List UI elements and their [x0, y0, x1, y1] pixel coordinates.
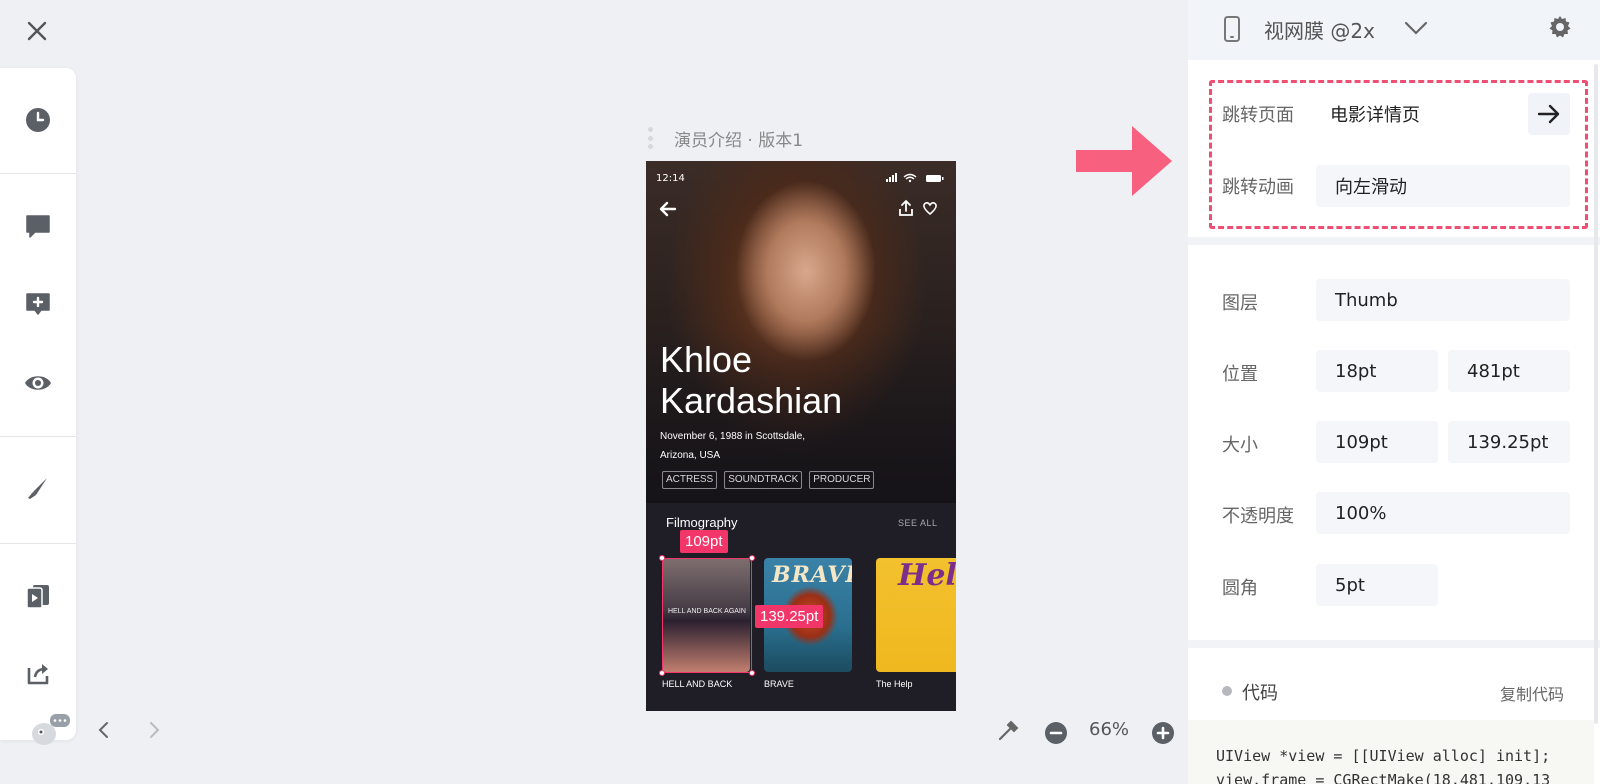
- copy-code-button[interactable]: 复制代码: [1500, 681, 1564, 705]
- inspector-header: [1188, 0, 1600, 60]
- tag-producer[interactable]: PRODUCER: [809, 471, 875, 489]
- link-target-label: 跳转页面: [1222, 105, 1294, 126]
- selected-layer-outline[interactable]: [659, 555, 755, 676]
- close-button[interactable]: [22, 16, 52, 46]
- position-label: 位置: [1222, 364, 1258, 385]
- eye-icon: [25, 376, 51, 390]
- tag-actress[interactable]: ACTRESS: [662, 471, 718, 489]
- chevron-right-icon: [150, 722, 160, 738]
- size-width-field[interactable]: 109pt: [1316, 421, 1438, 463]
- arrow-right-icon: [1537, 104, 1560, 124]
- pointer-arrow-icon: [1076, 126, 1172, 196]
- corner-radius-label: 圆角: [1222, 578, 1258, 599]
- minus-circle-icon: [1045, 722, 1067, 744]
- link-target-value: 电影详情页: [1330, 105, 1420, 126]
- clock-icon: [26, 108, 50, 132]
- history-button[interactable]: [18, 100, 58, 140]
- zoom-level: 66%: [1089, 719, 1130, 740]
- comments-button[interactable]: [18, 206, 58, 246]
- prev-page-button[interactable]: [92, 718, 116, 742]
- artboard-title: 演员介绍 · 版本1: [674, 131, 804, 151]
- add-comment-button[interactable]: [18, 284, 58, 324]
- actor-name: Khloe Kardashian: [660, 339, 843, 421]
- layer-name-field[interactable]: Thumb: [1316, 279, 1570, 321]
- prototype-button[interactable]: [18, 576, 58, 616]
- go-to-link-button[interactable]: [1528, 93, 1570, 135]
- size-label: 大小: [1222, 435, 1258, 456]
- close-icon: [27, 21, 47, 41]
- device-selector[interactable]: 视网膜 @2x: [1264, 15, 1375, 44]
- comment-plus-icon: [26, 293, 50, 315]
- status-icons: [886, 173, 944, 183]
- knife-icon: [28, 478, 47, 499]
- assistant-mascot-icon[interactable]: [28, 712, 72, 746]
- gear-icon[interactable]: [1548, 15, 1572, 39]
- position-x-field[interactable]: 18pt: [1316, 350, 1438, 392]
- upload-icon[interactable]: [898, 199, 914, 217]
- eyedropper-icon: [998, 720, 1019, 741]
- zoom-out-button[interactable]: [1043, 720, 1069, 746]
- cards-play-icon: [26, 585, 49, 609]
- next-page-button[interactable]: [142, 718, 166, 742]
- zoom-in-button[interactable]: [1150, 720, 1176, 746]
- code-section-title: 代码: [1242, 683, 1278, 704]
- film-poster-the-help[interactable]: Help: [876, 558, 956, 672]
- height-measurement: 139.25pt: [755, 605, 824, 628]
- position-y-field[interactable]: 481pt: [1448, 350, 1570, 392]
- heart-icon[interactable]: [922, 200, 938, 216]
- opacity-field[interactable]: 100%: [1316, 492, 1570, 534]
- chevron-down-icon[interactable]: [1404, 21, 1428, 35]
- see-all-link[interactable]: SEE ALL: [898, 518, 938, 528]
- color-picker-button[interactable]: [995, 718, 1021, 744]
- comment-icon: [26, 215, 50, 238]
- actor-birth-info: November 6, 1988 in Scottsdale, Arizona,…: [660, 431, 806, 461]
- plus-circle-icon: [1152, 722, 1174, 744]
- left-toolbar: [0, 68, 76, 740]
- film-title-the-help: The Help: [876, 679, 913, 689]
- size-height-field[interactable]: 139.25pt: [1448, 421, 1570, 463]
- opacity-label: 不透明度: [1222, 506, 1294, 527]
- film-title-brave: BRAVE: [764, 679, 794, 689]
- role-tags: ACTRESS SOUNDTRACK PRODUCER: [662, 471, 875, 489]
- back-arrow-icon[interactable]: [658, 199, 678, 219]
- film-title-hell-and-back: HELL AND BACK: [662, 679, 733, 689]
- chevron-left-icon: [98, 722, 108, 738]
- width-measurement: 109pt: [680, 530, 728, 553]
- transition-field[interactable]: 向左滑动: [1316, 165, 1570, 207]
- artboard-drag-handle[interactable]: [648, 127, 654, 149]
- status-time: 12:14: [656, 173, 685, 184]
- layer-label: 图层: [1222, 293, 1258, 314]
- export-icon: [27, 664, 49, 685]
- filmography-title: Filmography: [666, 515, 738, 530]
- share-button[interactable]: [18, 653, 58, 693]
- phone-device-icon: [1224, 16, 1240, 42]
- tag-soundtrack[interactable]: SOUNDTRACK: [724, 471, 803, 489]
- code-snippet[interactable]: UIView *view = [[UIView alloc] init]; vie…: [1188, 720, 1594, 784]
- preview-button[interactable]: [18, 363, 58, 403]
- panel-scrollbar[interactable]: [1594, 64, 1598, 724]
- corner-radius-field[interactable]: 5pt: [1316, 564, 1438, 606]
- code-bullet-icon: [1222, 686, 1232, 696]
- slice-button[interactable]: [18, 468, 58, 508]
- transition-label: 跳转动画: [1222, 177, 1294, 198]
